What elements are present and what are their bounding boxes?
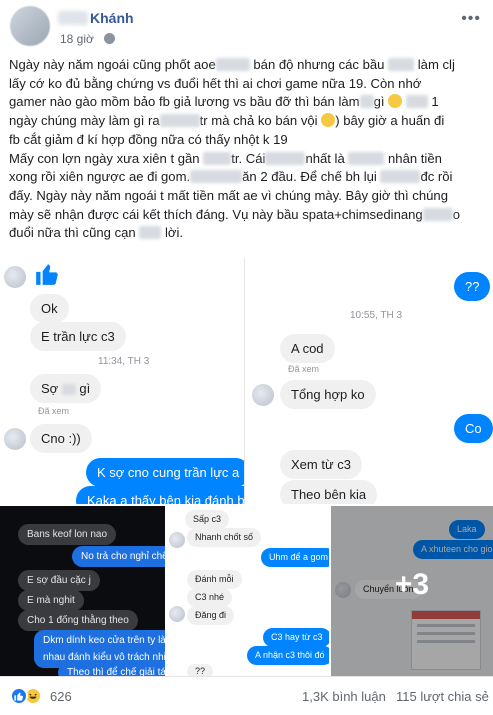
message-bubble: Theo thì để chế giải tán xyxy=(58,664,165,676)
message-bubble: No trả cho nghỉ chế xyxy=(72,546,165,567)
post-line: Mấy con lợn ngày xưa xiên t gần tr. Cái n… xyxy=(9,150,442,166)
post-line: Ngày này năm ngoái cũng phốt aoe bán độ … xyxy=(9,57,455,72)
author-name[interactable]: Khánh xyxy=(90,10,134,26)
redaction xyxy=(405,95,428,109)
seen-label: Đã xem xyxy=(38,406,70,416)
photo-chat-screenshot-3[interactable]: Bans keof lon nao No trả cho nghỉ chế E … xyxy=(0,506,165,676)
chat-timestamp: 11:34, TH 3 xyxy=(98,356,150,367)
post-line: đấy. Ngày này năm ngoái t mất tiền mất a… xyxy=(9,187,448,203)
message-bubble: Cho 1 đống thằng theo xyxy=(18,610,138,631)
redaction xyxy=(190,170,243,184)
message-bubble: Nhanh chốt số xyxy=(187,528,262,547)
message-bubble: Đăng đi xyxy=(187,606,235,625)
message-bubble: Theo bên kia xyxy=(280,480,378,504)
message-bubble: Đánh mỗi xyxy=(187,570,242,589)
contact-avatar xyxy=(169,532,185,548)
contact-avatar xyxy=(4,266,26,288)
post-line: ngày chúng mày làm gì ra tr mà chả ko bán… xyxy=(9,113,445,129)
redaction xyxy=(359,95,374,109)
message-bubble: ?? xyxy=(454,272,491,301)
message-bubble: E sợ đầu cặc j xyxy=(18,570,100,591)
post-line: fb cắt giảm đ kí hợp đồng nữa có thấy nh… xyxy=(9,131,288,147)
message-bubble: Sấp c3 xyxy=(185,510,230,529)
contact-avatar xyxy=(169,606,185,622)
message-bubble: Tổng hợp ko xyxy=(280,380,376,409)
smile-emoji-icon xyxy=(321,113,336,128)
share-count[interactable]: 115 lượt chia sẻ xyxy=(396,689,489,704)
reaction-count[interactable]: 626 xyxy=(50,689,72,704)
redaction xyxy=(159,114,200,128)
thumbs-up-icon xyxy=(36,264,58,285)
message-bubble: A cod xyxy=(280,334,335,363)
post-line: đuổi nữa thì cũng cạn lời. xyxy=(9,225,184,241)
chat-timestamp: 10:55, TH 3 xyxy=(350,310,403,321)
photo-chat-screenshot-1[interactable]: Ok E trần lực c3 11:34, TH 3 Sợ gì Đã xe… xyxy=(0,258,245,504)
contact-avatar xyxy=(4,428,26,450)
message-bubble: A nhận c3 thôi đó xyxy=(247,646,329,665)
ellipsis-icon[interactable]: ••• xyxy=(461,10,481,28)
post-line: mày sẽ nhận được cái kết thích đáng. Vụ … xyxy=(9,206,460,222)
photo-grid: Ok E trần lực c3 11:34, TH 3 Sợ gì Đã xe… xyxy=(0,258,493,676)
smile-emoji-icon xyxy=(388,94,403,109)
redaction xyxy=(61,384,76,395)
post-header: Khánh 18 giờ ••• xyxy=(0,0,493,52)
seen-label: Đã xem xyxy=(288,364,320,374)
photo-chat-screenshot-4[interactable]: Sấp c3 Nhanh chốt số Uhm để a gom Đánh m… xyxy=(167,506,329,676)
post-timestamp[interactable]: 18 giờ xyxy=(60,32,94,46)
message-bubble: Cno :)) xyxy=(30,424,92,453)
post-footer: 626 1,3K bình luận 115 lượt chia sẻ xyxy=(0,676,493,715)
message-bubble: Co xyxy=(454,414,493,443)
comment-count[interactable]: 1,3K bình luận xyxy=(302,689,386,704)
message-bubble: ?? xyxy=(187,664,214,676)
author-name-redaction xyxy=(58,11,88,25)
message-bubble: K sợ cno cung trần lực a xyxy=(86,458,244,487)
message-bubble: C3 hay từ c3 xyxy=(263,628,329,647)
message-bubble: C3 nhé xyxy=(187,588,233,607)
message-bubble: Kaka a thấy bên kia đánh bt mà xyxy=(76,486,244,504)
globe-icon xyxy=(104,33,115,44)
message-bubble: Ok xyxy=(30,294,69,323)
redaction xyxy=(265,151,306,165)
more-photos-count[interactable]: +3 xyxy=(331,568,493,602)
redaction xyxy=(203,151,232,165)
message-bubble: Sợ gì xyxy=(30,374,102,403)
post-line: xong rồi xiên ngược ae đi gom. ăn 2 đầu. … xyxy=(9,169,453,185)
redaction xyxy=(388,58,415,71)
redaction xyxy=(422,207,453,221)
message-bubble: Xem từ c3 xyxy=(280,450,362,479)
photo-chat-screenshot-5[interactable]: Laka A xhuteen cho gio Chuyển luôn +3 xyxy=(331,506,493,676)
redaction xyxy=(380,170,421,184)
redaction xyxy=(215,58,250,71)
message-bubble: Bans keof lon nao xyxy=(18,524,117,545)
author-avatar[interactable] xyxy=(10,6,50,46)
post-line: gamer nào gào mồm bảo fb giả lương vs bầ… xyxy=(9,94,439,110)
like-reaction-icon[interactable] xyxy=(10,687,28,705)
message-bubble: E mà nghit xyxy=(18,590,84,611)
post-text: Ngày này năm ngoái cũng phốt aoe bán độ … xyxy=(9,56,487,243)
redaction xyxy=(348,151,385,165)
photo-chat-screenshot-2[interactable]: ?? 10:55, TH 3 A cod Đã xem Tổng hợp ko … xyxy=(248,258,493,504)
message-bubble: Uhm để a gom xyxy=(261,548,329,567)
post-line: lấy cớ ko đủ bằng chứng vs đuổi hết thì … xyxy=(9,75,422,91)
contact-avatar xyxy=(252,384,274,406)
redaction xyxy=(139,226,162,240)
message-bubble: E trần lực c3 xyxy=(30,322,126,351)
